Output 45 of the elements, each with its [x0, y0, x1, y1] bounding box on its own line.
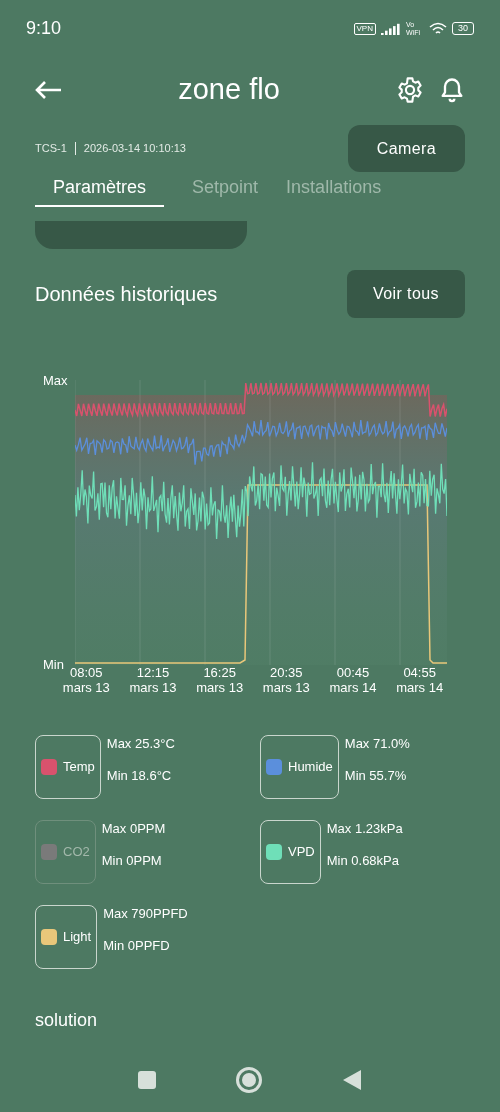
wifi-icon — [429, 21, 447, 36]
axis-label: mars 13 — [196, 680, 244, 695]
back-icon[interactable] — [342, 1069, 362, 1091]
settings-icon[interactable] — [396, 76, 424, 104]
page-title: zone flo — [177, 72, 281, 108]
view-all-button[interactable]: Voir tous — [347, 270, 465, 318]
axis-label: 20:35 — [270, 665, 303, 680]
back-arrow-icon[interactable] — [34, 80, 62, 100]
timestamp: 2026-03-14 10:10:13 — [83, 141, 186, 157]
axis-label: mars 14 — [396, 680, 444, 695]
signal-icon — [381, 22, 401, 35]
vpn-badge: VPN — [353, 22, 376, 35]
legend-toggle[interactable]: VPD — [260, 820, 321, 884]
min-value: Min 18.6°C — [106, 767, 173, 785]
axis-label: mars 14 — [329, 680, 377, 695]
max-value: Max 790PPFD — [103, 905, 188, 923]
axis-label: 04:55 — [403, 665, 436, 680]
axis-label: mars 13 — [129, 680, 177, 695]
min-value: Min 0PPFD — [103, 937, 171, 955]
home-icon[interactable] — [236, 1067, 262, 1093]
camera-button[interactable]: Camera — [348, 125, 465, 172]
max-value: Max 25.3°C — [106, 735, 175, 753]
min-value: Min 0PPM — [101, 852, 163, 870]
section-title: solution — [35, 1009, 99, 1032]
device-id: TCS-1 — [35, 141, 67, 157]
tab[interactable]: Paramètres — [35, 174, 165, 207]
legend-toggle[interactable]: Humide — [260, 735, 339, 799]
max-value: Max 0PPM — [101, 820, 166, 838]
status-time: 9:10 — [26, 17, 62, 40]
axis-label: 16:25 — [203, 665, 236, 680]
legend-toggle[interactable]: Light — [35, 905, 98, 969]
min-value: Min 0.68kPa — [326, 852, 400, 870]
axis-label: 12:15 — [136, 665, 170, 680]
section-title: Données historiques — [35, 282, 218, 307]
axis-label: 00:45 — [336, 665, 370, 680]
legend-toggle[interactable]: Temp — [35, 735, 101, 799]
axis-label: Max — [43, 374, 69, 387]
max-value: Max 71.0% — [344, 735, 410, 753]
min-value: Min 55.7% — [344, 767, 408, 785]
axis-label: 08:05 — [70, 665, 103, 680]
axis-label: mars 13 — [262, 680, 310, 695]
battery-indicator: 30 — [452, 22, 474, 35]
axis-label: mars 13 — [62, 680, 110, 695]
axis-label: Min — [43, 658, 65, 671]
max-value: Max 1.23kPa — [326, 820, 403, 838]
